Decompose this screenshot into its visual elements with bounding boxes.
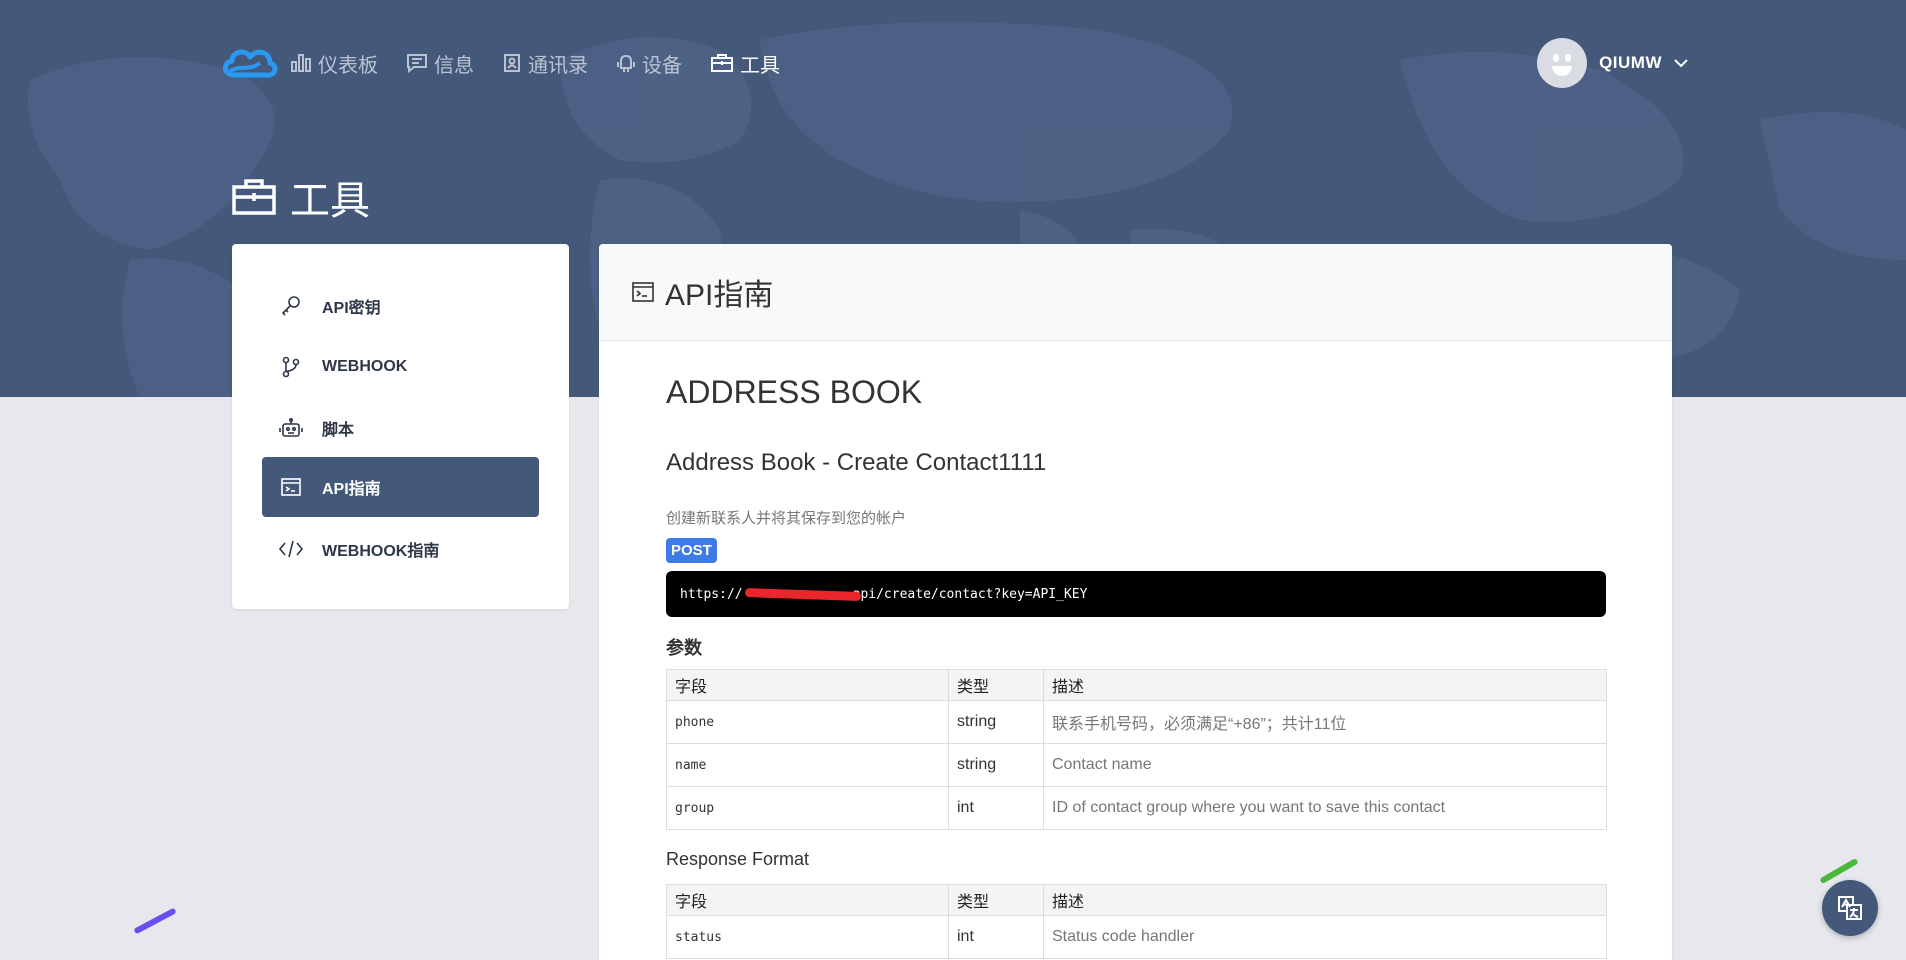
nav-item-label: 仪表板	[318, 54, 378, 77]
panel-title: API指南	[665, 279, 774, 312]
top-navbar: 仪表板 信息 通讯录 设备 工具	[220, 38, 808, 88]
type-cell: string	[948, 743, 1044, 787]
code-icon	[278, 540, 304, 558]
page-title: 工具	[232, 168, 370, 226]
contacts-icon	[504, 54, 520, 72]
url-prefix: https://	[680, 586, 743, 602]
nav-item-devices[interactable]: 设备	[616, 49, 682, 78]
column-header: 类型	[948, 884, 1044, 916]
nav-item-dashboard[interactable]: 仪表板	[290, 49, 378, 78]
params-heading: 参数	[666, 638, 702, 658]
decorative-streak-purple	[133, 907, 177, 935]
git-branch-icon	[282, 356, 300, 378]
avatar	[1537, 38, 1588, 88]
nav-item-contacts[interactable]: 通讯录	[502, 49, 588, 78]
table-header-row: 字段 类型 描述	[666, 669, 1607, 701]
message-icon	[407, 54, 427, 73]
nav-item-messages[interactable]: 信息	[406, 49, 474, 78]
description-cell: 联系手机号码，必须满足“+86”；共计11位	[1043, 700, 1607, 744]
column-header: 字段	[666, 884, 949, 916]
bar-chart-icon	[291, 54, 311, 72]
user-menu[interactable]: QIUMW	[1537, 38, 1688, 88]
method-badge: POST	[666, 538, 717, 563]
sidebar-item-label: 脚本	[322, 422, 355, 439]
endpoint-heading: Address Book - Create Contact1111	[666, 449, 1047, 476]
api-guide-panel: API指南 ADDRESS BOOK Address Book - Create…	[599, 244, 1672, 960]
table-row: phone string 联系手机号码，必须满足“+86”；共计11位	[666, 700, 1607, 744]
table-row: status int Status code handler	[666, 915, 1607, 959]
column-header: 描述	[1043, 884, 1607, 916]
translate-icon	[1838, 896, 1862, 920]
field-cell: phone	[666, 700, 949, 744]
field-cell: group	[666, 786, 949, 830]
field-cell: name	[666, 743, 949, 787]
briefcase-icon	[711, 54, 733, 72]
nav-item-tools[interactable]: 工具	[710, 49, 780, 78]
description-cell: Contact name	[1043, 743, 1607, 787]
sidebar-item-label: API指南	[322, 481, 381, 498]
sidebar-item-label: WEBHOOK指南	[322, 543, 440, 560]
terminal-icon	[281, 478, 301, 496]
params-table: 字段 类型 描述 phone string 联系手机号码，必须满足“+86”；共…	[666, 669, 1607, 830]
user-name: QIUMW	[1599, 53, 1662, 72]
terminal-icon	[632, 282, 654, 302]
response-table: 字段 类型 描述 status int Status code handler	[666, 884, 1607, 959]
column-header: 字段	[666, 669, 949, 701]
sidebar-item-webhook[interactable]: WEBHOOK	[262, 337, 539, 397]
table-row: group int ID of contact group where you …	[666, 786, 1607, 830]
section-heading: ADDRESS BOOK	[666, 374, 923, 410]
panel-header: API指南	[599, 244, 1672, 341]
sidebar-item-label: WEBHOOK	[322, 358, 408, 375]
endpoint-url-code[interactable]: https:// api/create/contact?key=API_KEY	[666, 571, 1606, 617]
type-cell: string	[948, 700, 1044, 744]
cloud-logo-icon[interactable]	[220, 45, 278, 81]
sidebar-item-label: API密钥	[322, 300, 381, 317]
table-row: name string Contact name	[666, 743, 1607, 787]
nav-item-label: 通讯录	[528, 54, 588, 77]
page-title-text: 工具	[290, 179, 370, 223]
sidebar-item-scripts[interactable]: 脚本	[262, 398, 539, 458]
table-header-row: 字段 类型 描述	[666, 884, 1607, 916]
chevron-down-icon	[1674, 59, 1688, 68]
type-cell: int	[948, 786, 1044, 830]
response-heading: Response Format	[666, 849, 810, 869]
column-header: 描述	[1043, 669, 1607, 701]
translate-fab-button[interactable]	[1822, 880, 1878, 936]
nav-item-label: 信息	[434, 54, 474, 77]
android-icon	[617, 54, 635, 72]
description-cell: ID of contact group where you want to sa…	[1043, 786, 1607, 830]
type-cell: int	[948, 915, 1044, 959]
tools-sidebar: API密钥 WEBHOOK 脚本 API指南 WEBHOOK指南	[232, 244, 569, 609]
redaction-mark	[744, 587, 862, 602]
column-header: 类型	[948, 669, 1044, 701]
nav-item-label: 工具	[740, 54, 780, 77]
endpoint-description: 创建新联系人并将其保存到您的帐户	[666, 510, 907, 527]
robot-icon	[279, 417, 303, 437]
briefcase-icon	[232, 179, 276, 215]
sidebar-item-api-key[interactable]: API密钥	[262, 276, 539, 336]
field-cell: status	[666, 915, 949, 959]
sidebar-item-api-guide[interactable]: API指南	[262, 457, 539, 517]
url-suffix: api/create/contact?key=API_KEY	[852, 586, 1088, 602]
sidebar-item-webhook-guide[interactable]: WEBHOOK指南	[262, 519, 539, 579]
nav-item-label: 设备	[642, 54, 682, 77]
description-cell: Status code handler	[1043, 915, 1607, 959]
key-icon	[281, 296, 300, 316]
